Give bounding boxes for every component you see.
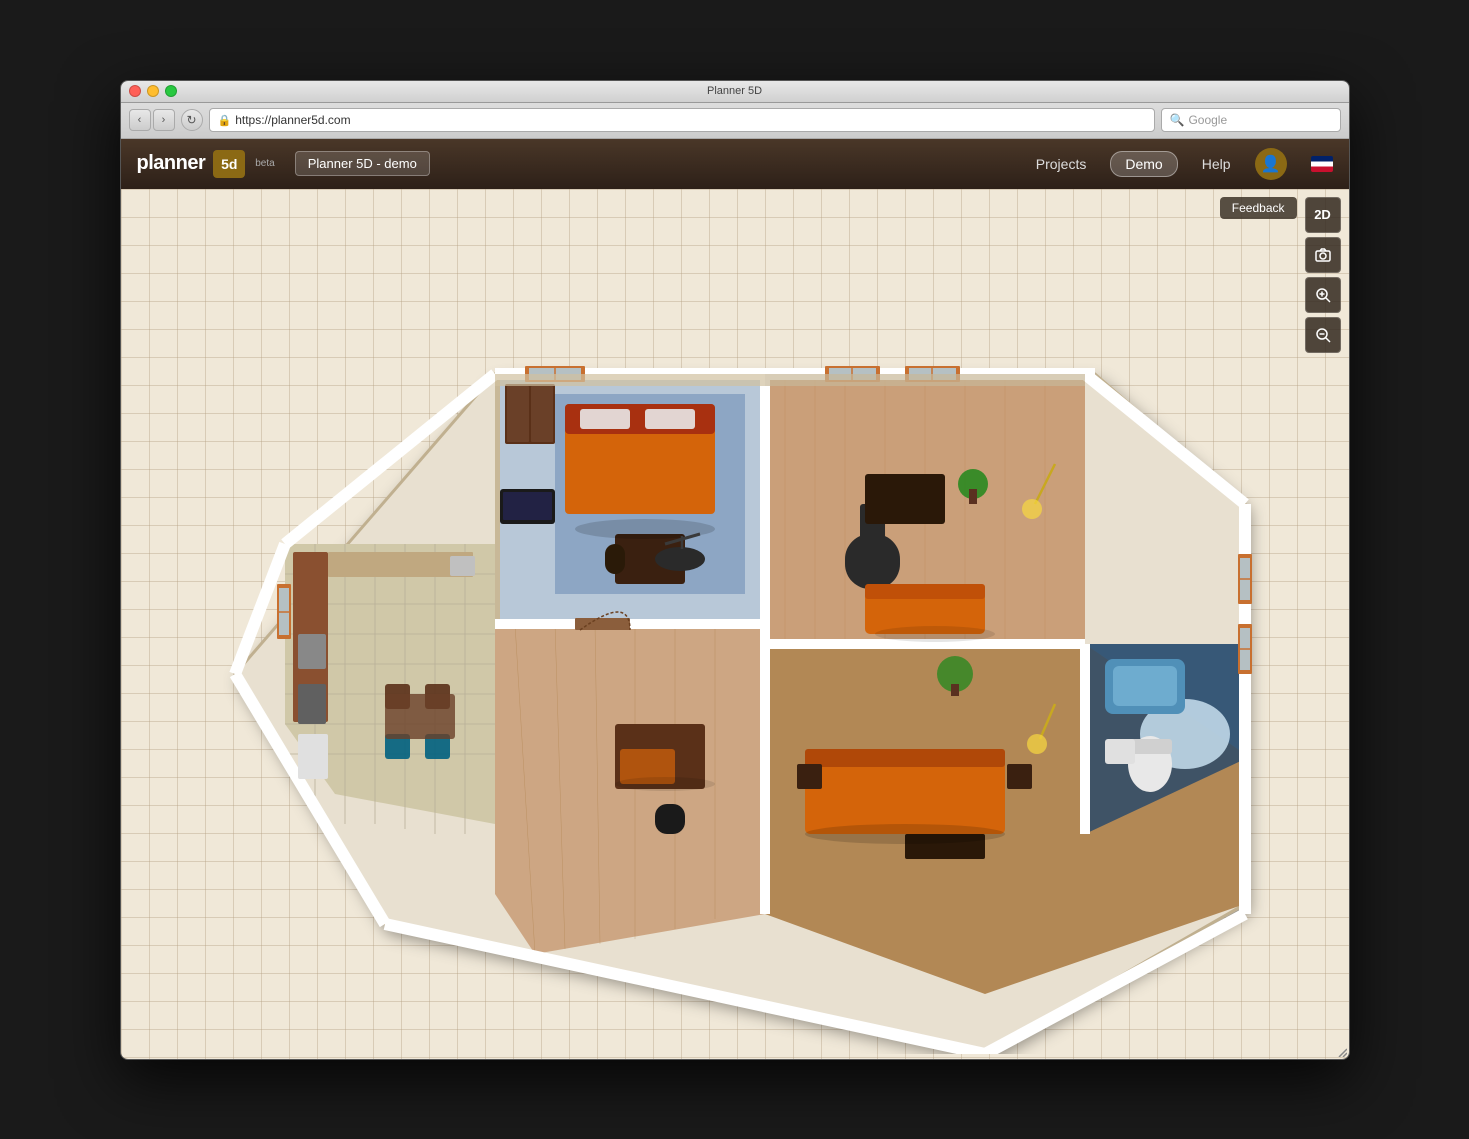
maximize-button[interactable] xyxy=(165,85,177,97)
zoom-out-button[interactable] xyxy=(1305,317,1341,353)
help-link[interactable]: Help xyxy=(1202,156,1231,172)
feedback-button[interactable]: Feedback xyxy=(1220,197,1297,219)
window-title: Planner 5D xyxy=(707,85,762,97)
nav-buttons: ‹ › xyxy=(129,109,175,131)
logo-text: planner xyxy=(137,152,206,175)
forward-button[interactable]: › xyxy=(153,109,175,131)
projects-link[interactable]: Projects xyxy=(1036,156,1087,172)
floorplan-container xyxy=(121,189,1349,1059)
minimize-button[interactable] xyxy=(147,85,159,97)
close-button[interactable] xyxy=(129,85,141,97)
resize-handle[interactable] xyxy=(1335,1045,1347,1057)
back-button[interactable]: ‹ xyxy=(129,109,151,131)
demo-link[interactable]: Demo xyxy=(1110,151,1177,177)
traffic-lights xyxy=(129,85,177,97)
search-placeholder: Google xyxy=(1188,113,1227,127)
beta-badge: beta xyxy=(255,158,274,169)
reload-button[interactable]: ↻ xyxy=(181,109,203,131)
url-bar[interactable]: 🔒 https://planner5d.com xyxy=(209,108,1155,132)
main-canvas[interactable]: Feedback 2D xyxy=(121,189,1349,1059)
logo-area: planner 5d beta xyxy=(137,150,275,178)
zoom-in-button[interactable] xyxy=(1305,277,1341,313)
mac-window: Planner 5D ‹ › ↻ 🔒 https://planner5d.com… xyxy=(120,80,1350,1060)
zoom-out-icon xyxy=(1314,326,1332,344)
logo-box: 5d xyxy=(213,150,245,178)
title-bar: Planner 5D xyxy=(121,81,1349,103)
view-2d-button[interactable]: 2D xyxy=(1305,197,1341,233)
floorplan-svg xyxy=(185,194,1285,1054)
secure-icon: 🔒 xyxy=(218,114,232,127)
zoom-in-icon xyxy=(1314,286,1332,304)
app-navbar: planner 5d beta Planner 5D - demo Projec… xyxy=(121,139,1349,189)
search-bar[interactable]: 🔍 Google xyxy=(1161,108,1341,132)
user-avatar[interactable]: 👤 xyxy=(1255,148,1287,180)
project-name-button[interactable]: Planner 5D - demo xyxy=(295,151,430,176)
right-toolbar: 2D xyxy=(1305,197,1341,353)
screenshot-button[interactable] xyxy=(1305,237,1341,273)
nav-links: Projects Demo Help 👤 xyxy=(1036,148,1333,180)
url-text: https://planner5d.com xyxy=(235,113,350,127)
camera-icon xyxy=(1314,246,1332,264)
address-bar: ‹ › ↻ 🔒 https://planner5d.com 🔍 Google xyxy=(121,103,1349,139)
search-icon: 🔍 xyxy=(1170,113,1185,127)
language-flag[interactable] xyxy=(1311,156,1333,172)
